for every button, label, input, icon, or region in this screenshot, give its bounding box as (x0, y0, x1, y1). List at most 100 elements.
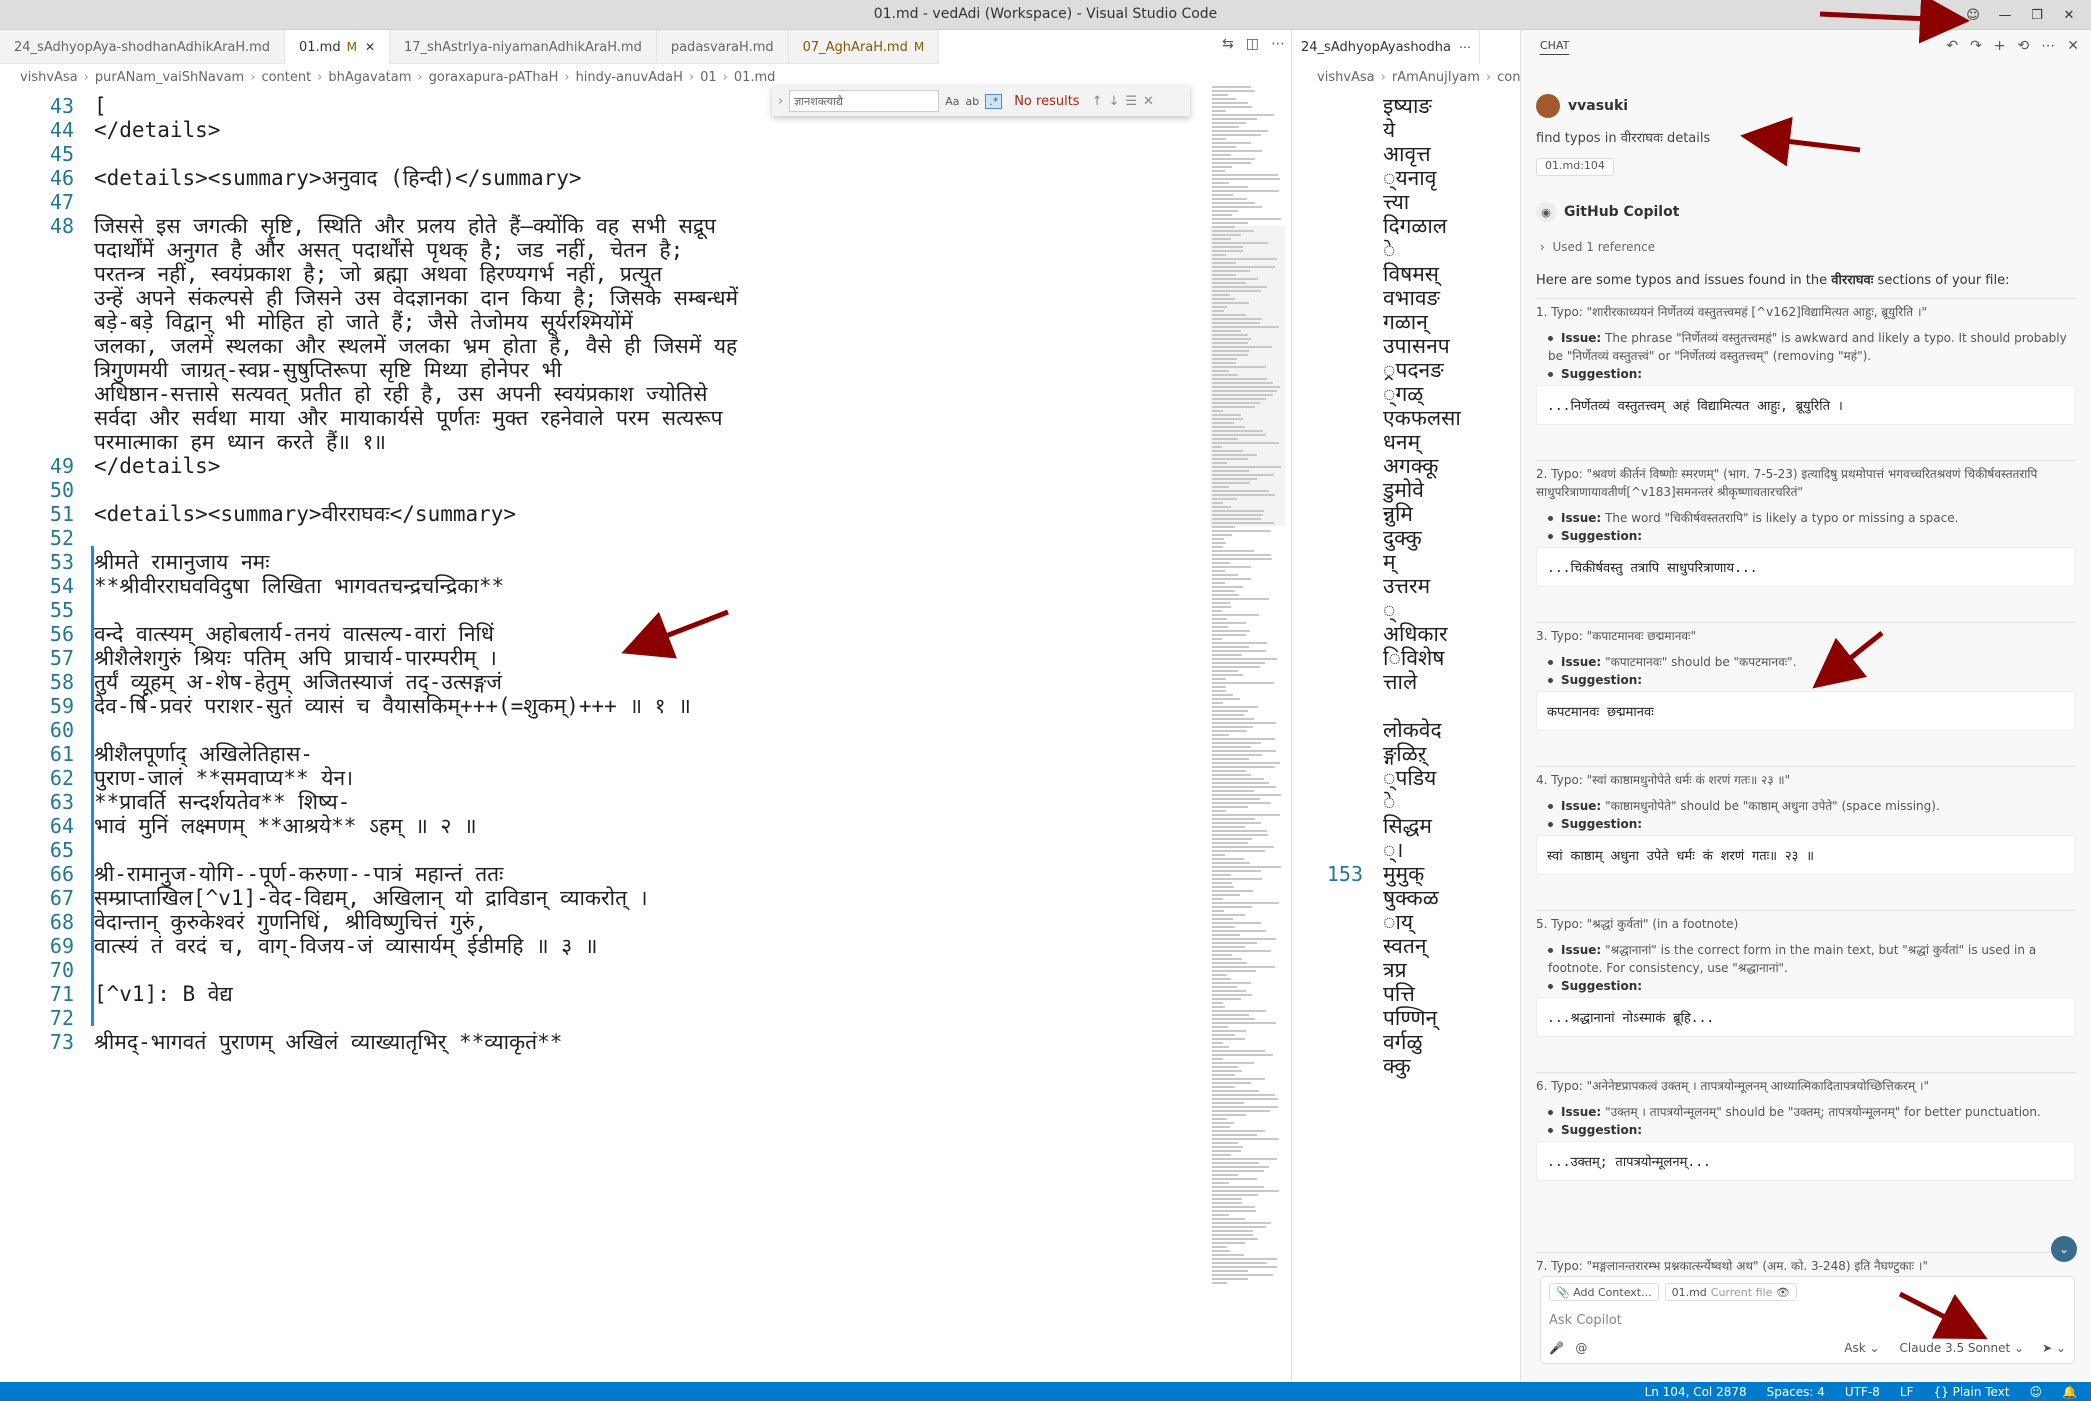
chevron-right-icon[interactable]: › (778, 94, 783, 109)
tab-0[interactable]: 24_sAdhyopAya-shodhanAdhikAraH.md (0, 30, 285, 64)
minimap-line (1212, 494, 1275, 496)
breadcrumb-item[interactable]: vishvAsa (20, 70, 78, 85)
regex-toggle[interactable]: .* (985, 93, 1003, 109)
minimap-line (1212, 630, 1250, 632)
more-icon[interactable]: ⋯ (1459, 40, 1471, 54)
minimap-line (1212, 826, 1245, 828)
used-references[interactable]: › Used 1 reference (1540, 240, 1655, 254)
issue-text: "श्रद्धानानां" is the correct form in th… (1548, 943, 2037, 975)
breadcrumb-item[interactable]: bhAgavatam (328, 70, 411, 85)
more-actions-icon[interactable]: ⋯ (1271, 36, 1285, 52)
eye-icon[interactable]: 👁 (1776, 1286, 1790, 1299)
suggestion-code[interactable]: ...निर्णेतव्यं वस्तुतत्त्वम् अहं विद्याम… (1536, 385, 2076, 425)
suggestion-code[interactable]: ...चिकीर्षवस्तु तत्रापि साधुपरित्राणाय..… (1536, 547, 2076, 587)
breadcrumb-item[interactable]: goraxapura-pAThaH (429, 70, 559, 85)
match-case-toggle[interactable]: Aa (945, 95, 959, 108)
minimap-line (1212, 174, 1278, 176)
breadcrumb-item[interactable]: vishvAsa (1317, 70, 1375, 85)
mention-icon[interactable]: @ (1575, 1341, 1587, 1355)
minimize-button[interactable]: — (1993, 3, 2017, 27)
arrow-up-icon[interactable]: ↑ (1092, 94, 1103, 109)
whole-word-toggle[interactable]: ab (965, 95, 979, 108)
close-icon[interactable]: ✕ (1143, 94, 1154, 109)
current-file-hint: Current file (1710, 1285, 1773, 1299)
minimap-line (1212, 1102, 1244, 1104)
bullet-icon (1548, 372, 1553, 377)
minimap-line (1212, 570, 1225, 572)
minimap-line (1212, 1278, 1248, 1280)
tab-side-file[interactable]: 24_sAdhyopAyashodha ⋯ (1293, 30, 1480, 64)
tab-4[interactable]: 07_AghAraH.md M (789, 30, 940, 64)
scroll-down-button[interactable]: ⌄ (2051, 1236, 2077, 1262)
typo-title: 3. Typo: "कपाटमानवः छद्ममानवः" (1536, 622, 2076, 645)
breadcrumb-item[interactable]: purANam_vaiShNavam (95, 70, 244, 85)
current-file-chip[interactable]: 01.md Current file 👁 (1664, 1283, 1797, 1301)
bullet-icon (1548, 948, 1553, 953)
redo-icon[interactable]: ↷ (1970, 38, 1982, 54)
minimap-line (1212, 130, 1268, 132)
minimap-line (1212, 994, 1252, 996)
more-icon[interactable]: ⋯ (2041, 38, 2055, 54)
copilot-icon[interactable]: ☺ (1961, 3, 1985, 27)
code-editor[interactable]: 43[44 </details> 45 46 <details><summary>अनु… (0, 90, 1205, 1380)
minimap-line (1212, 1182, 1229, 1184)
compare-icon[interactable]: ⇆ (1222, 36, 1234, 52)
current-file-label: 01.md (1671, 1285, 1707, 1299)
bullet-icon (1548, 516, 1553, 521)
accounts-icon[interactable]: ☺ (2030, 1385, 2043, 1399)
minimap-line (1212, 358, 1237, 360)
minimap-line (1212, 714, 1244, 716)
microphone-icon[interactable]: 🎤 (1549, 1341, 1564, 1355)
language-mode[interactable]: {} Plain Text (1934, 1385, 2010, 1399)
suggestion-code[interactable]: स्वां काष्ठाम् अधुना उपेते धर्मः कं शरणं… (1536, 835, 2076, 875)
new-chat-icon[interactable]: + (1994, 38, 2006, 54)
breadcrumb-item[interactable]: content (261, 70, 311, 85)
close-button[interactable]: ✕ (2057, 3, 2081, 27)
eol[interactable]: LF (1900, 1385, 1914, 1399)
split-editor-icon[interactable]: ◫ (1246, 36, 1259, 52)
breadcrumb-item[interactable]: hindy-anuvAdaH (576, 70, 683, 85)
history-icon[interactable]: ⟲ (2018, 38, 2030, 54)
minimap-line (1212, 678, 1226, 680)
undo-icon[interactable]: ↶ (1946, 38, 1958, 54)
chat-input[interactable]: Ask Copilot (1549, 1313, 1622, 1328)
typo-item: 3. Typo: "कपाटमानवः छद्ममानवः" Issue: "कप… (1536, 622, 2076, 731)
breadcrumb-item[interactable]: 01 (700, 70, 717, 85)
minimap-line (1212, 634, 1246, 636)
minimap-line (1212, 810, 1226, 812)
minimap[interactable] (1210, 86, 1285, 1401)
suggestion-code[interactable]: कपटमानवः छद्ममानवः (1536, 691, 2076, 731)
find-in-selection-icon[interactable]: ☰ (1125, 94, 1137, 109)
editor-group-side: 24_sAdhyopAyashodha ⋯ vishvAsa › rAmAnujIy… (1293, 30, 1521, 1382)
add-context-button[interactable]: 📎 Add Context... (1549, 1283, 1659, 1301)
mode-picker[interactable]: Ask ⌄ (1844, 1341, 1879, 1355)
send-icon[interactable]: ➤ ⌄ (2042, 1341, 2066, 1355)
suggestion-code[interactable]: ...श्रद्धानानां नोऽस्माकं ब्रूहि... (1536, 997, 2076, 1037)
encoding[interactable]: UTF-8 (1845, 1385, 1880, 1399)
minimap-line (1212, 814, 1280, 816)
maximize-button[interactable]: ❐ (2025, 3, 2049, 27)
code-line: 73 श्रीमद्-भागवतं पुराणम् अखिलं व्याख्यात… (0, 1026, 1205, 1058)
indentation[interactable]: Spaces: 4 (1767, 1385, 1825, 1399)
minimap-line (1212, 850, 1265, 852)
close-icon[interactable]: ✕ (2067, 38, 2079, 54)
breadcrumb-item[interactable]: rAmAnujIyam (1392, 70, 1480, 85)
cursor-position[interactable]: Ln 104, Col 2878 (1645, 1385, 1747, 1399)
tab-label: 17_shAstrIya-niyamanAdhikAraH.md (404, 39, 642, 55)
notifications-icon[interactable]: 🔔 (2062, 1385, 2077, 1399)
suggestion-code[interactable]: ...उक्तम्; तापत्रयोन्मूलनम्... (1536, 1141, 2076, 1181)
tab-3[interactable]: padasvaraH.md (657, 30, 789, 64)
close-icon[interactable]: ✕ (365, 40, 375, 54)
minimap-line (1212, 410, 1223, 412)
tab-1[interactable]: 01.md M ✕ (285, 30, 391, 64)
minimap-line (1212, 254, 1226, 256)
breadcrumb-item[interactable]: 01.md (734, 70, 776, 85)
reference-chip[interactable]: 01.md:104 (1536, 158, 1614, 176)
tab-2[interactable]: 17_shAstrIya-niyamanAdhikAraH.md (390, 30, 657, 64)
model-picker[interactable]: Claude 3.5 Sonnet ⌄ (1900, 1341, 2025, 1355)
breadcrumb-item[interactable]: cont (1497, 70, 1520, 85)
find-input[interactable]: ज्ञानशक्त्याद्यै (789, 90, 940, 112)
minimap-line (1212, 1014, 1249, 1016)
code-editor-side[interactable]: इष्याङ ये आवृत्त्यनावृ त्त्या दिगळाले विषमस् व… (1293, 90, 1520, 1380)
arrow-down-icon[interactable]: ↓ (1108, 94, 1119, 109)
